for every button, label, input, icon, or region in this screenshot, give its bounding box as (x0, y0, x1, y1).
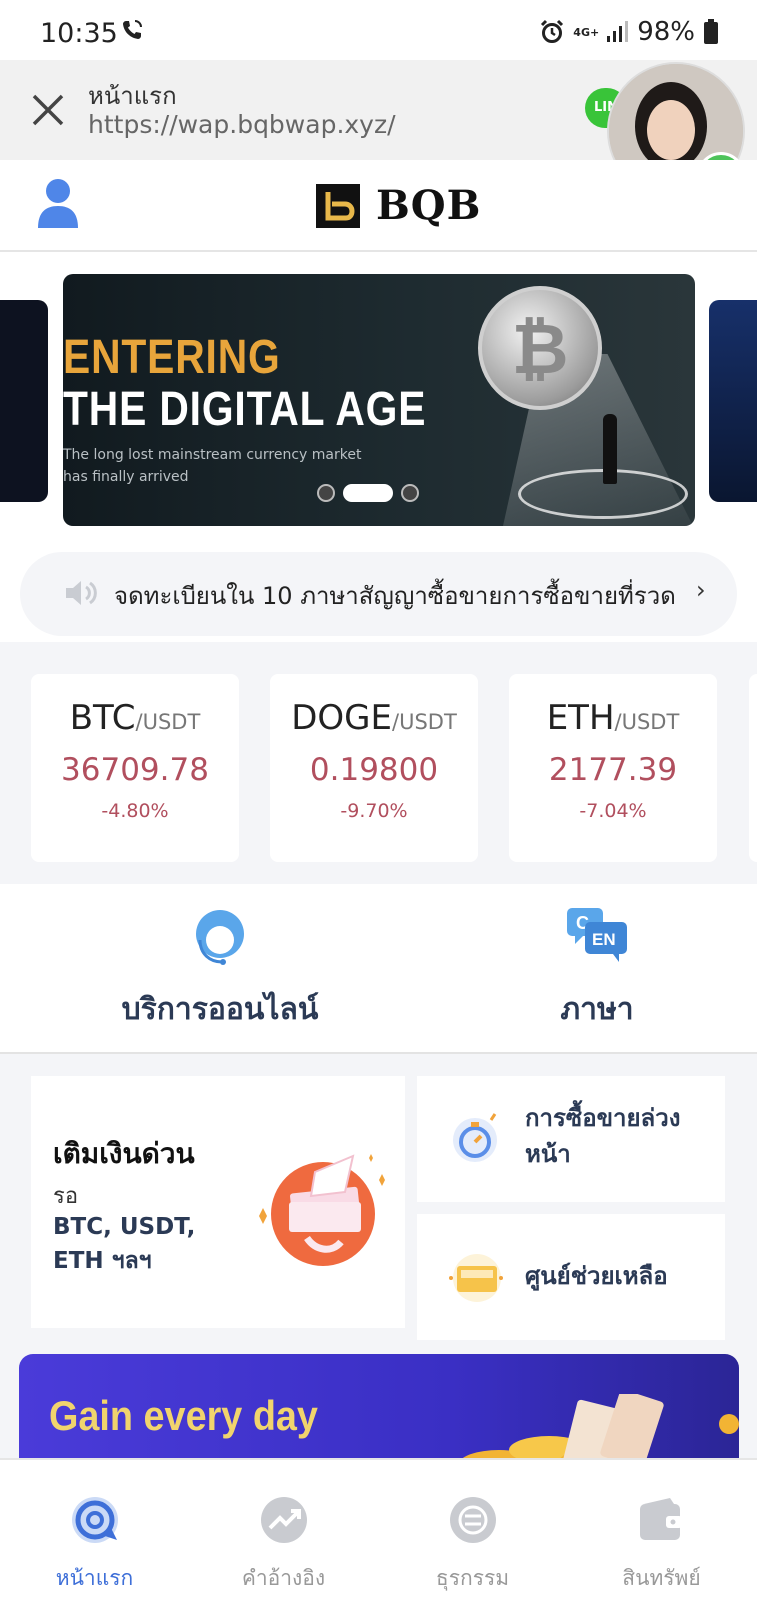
carousel-dot[interactable] (401, 484, 419, 502)
banner-headline-2: THE DIGITAL AGE (63, 383, 427, 436)
wifi-call-icon (123, 20, 142, 39)
deposit-illustration-icon (259, 1154, 385, 1266)
notice-bar[interactable]: จดทะเบียนใน 10 ภาษาสัญญาซื้อขายการซื้อขา… (20, 552, 737, 636)
chevron-right-icon[interactable]: › (696, 576, 706, 604)
feature-grid: เติมเงินด่วน รอ BTC, USDT, ETH ฯลฯ การซื… (0, 1054, 757, 1354)
tab-label: หน้าแรก (55, 1566, 134, 1590)
svg-text:EN: EN (592, 930, 616, 949)
speaker-icon (66, 581, 97, 605)
service-shortcuts: บริการออนไลน์ C EN ภาษา (0, 884, 757, 1054)
ticker-quote: /USDT (135, 710, 201, 734)
tab-assets[interactable]: สินทรัพย์ (567, 1494, 756, 1595)
tab-home[interactable]: หน้าแรก (0, 1494, 189, 1595)
status-bar: 10:35 4G+ 98% (0, 0, 757, 60)
quick-deposit-title: เติมเงินด่วน (53, 1137, 195, 1170)
banner-carousel[interactable]: ENTERING THE DIGITAL AGE The long lost m… (0, 252, 757, 542)
online-service-button[interactable]: บริการออนไลน์ (90, 904, 350, 1033)
banner-subtitle: The long lost mainstream currency market… (63, 447, 362, 485)
notice-text: จดทะเบียนใน 10 ภาษาสัญญาซื้อขายการซื้อขา… (114, 582, 676, 610)
trade-icon (449, 1497, 496, 1543)
tab-transactions[interactable]: ธุรกรรม (378, 1494, 567, 1595)
ticker-card-doge[interactable]: DOGE/USDT 0.19800 -9.70% (270, 674, 478, 862)
battery-icon (704, 19, 718, 44)
language-label: ภาษา (560, 992, 634, 1027)
language-button[interactable]: C EN ภาษา (467, 904, 727, 1033)
promo-banner[interactable]: Gain every day (19, 1354, 739, 1474)
bitcoin-coin-icon: ₿ (478, 286, 602, 410)
logo-text: BQB (376, 182, 482, 229)
app-header: BQB (0, 160, 757, 252)
ticker-base: ETH (546, 698, 615, 738)
banner-slide[interactable]: ENTERING THE DIGITAL AGE The long lost m… (63, 274, 695, 526)
alarm-icon (541, 19, 564, 43)
quotes-chart-icon (260, 1497, 307, 1543)
stopwatch-icon (453, 1113, 497, 1162)
ticker-card-next[interactable] (749, 674, 757, 862)
tab-label: คำอ้างอิง (241, 1566, 326, 1590)
ticker-change: -9.70% (340, 800, 408, 822)
notice-section: จดทะเบียนใน 10 ภาษาสัญญาซื้อขายการซื้อขา… (0, 542, 757, 642)
carousel-next-slide[interactable] (709, 300, 757, 502)
battery-percent: 98% (637, 17, 695, 47)
carousel-dots (317, 484, 419, 502)
ticker-quote: /USDT (392, 710, 457, 734)
tab-quotes[interactable]: คำอ้างอิง (189, 1494, 378, 1595)
carousel-dot-active[interactable] (343, 484, 393, 502)
carousel-prev-slide[interactable] (0, 300, 48, 502)
page: 10:35 4G+ 98% หน้าแรก https://wap.bqbwap… (0, 0, 757, 1600)
tab-label: สินทรัพย์ (622, 1566, 701, 1590)
close-icon[interactable] (28, 90, 68, 130)
ticker-quote: /USDT (614, 710, 680, 734)
futures-trading-label: การซื้อขายล่วงหน้า (525, 1104, 681, 1168)
bottom-tab-bar: หน้าแรก คำอ้างอิง ธุรกรรม สินทรัพย์ (0, 1458, 757, 1600)
wallet-icon (639, 1498, 682, 1540)
ticker-change: -7.04% (579, 800, 647, 822)
ticker-card-btc[interactable]: BTC/USDT 36709.78 -4.80% (31, 674, 239, 862)
signal-icon (607, 21, 629, 42)
brand-logo: BQB (316, 182, 481, 229)
standing-figure (603, 414, 617, 484)
language-icon: C EN (567, 908, 627, 962)
tab-label: ธุรกรรม (435, 1566, 510, 1590)
ticker-card-eth[interactable]: ETH/USDT 2177.39 -7.04% (509, 674, 717, 862)
help-center-card[interactable]: ศูนย์ช่วยเหลือ (417, 1214, 725, 1340)
network-indicator: 4G+ (573, 25, 600, 39)
carousel-dot[interactable] (317, 484, 335, 502)
ticker-base: BTC (69, 698, 136, 738)
home-icon (71, 1497, 118, 1543)
ticker-change: -4.80% (101, 800, 169, 822)
market-tickers: BTC/USDT 36709.78 -4.80% DOGE/USDT 0.198… (0, 654, 757, 884)
user-icon[interactable] (36, 178, 80, 228)
banner-headline-1: ENTERING (63, 331, 281, 384)
quick-deposit-assets: BTC, USDT, ETH ฯลฯ (53, 1214, 196, 1274)
status-time: 10:35 (40, 18, 118, 49)
customer-service-icon (196, 910, 244, 965)
help-center-icon (449, 1254, 503, 1302)
help-center-label: ศูนย์ช่วยเหลือ (525, 1262, 668, 1290)
ticker-base: DOGE (291, 698, 392, 738)
logo-mark-icon (316, 183, 360, 228)
ticker-price: 36709.78 (61, 752, 209, 788)
ticker-price: 0.19800 (309, 752, 439, 788)
promo-text: Gain every day (49, 1392, 318, 1439)
quick-deposit-wait: รอ (53, 1184, 79, 1209)
futures-trading-card[interactable]: การซื้อขายล่วงหน้า (417, 1076, 725, 1202)
browser-url[interactable]: https://wap.bqbwap.xyz/ (88, 110, 396, 139)
online-service-label: บริการออนไลน์ (121, 992, 319, 1027)
quick-deposit-card[interactable]: เติมเงินด่วน รอ BTC, USDT, ETH ฯลฯ (31, 1076, 405, 1328)
ticker-price: 2177.39 (548, 752, 678, 788)
